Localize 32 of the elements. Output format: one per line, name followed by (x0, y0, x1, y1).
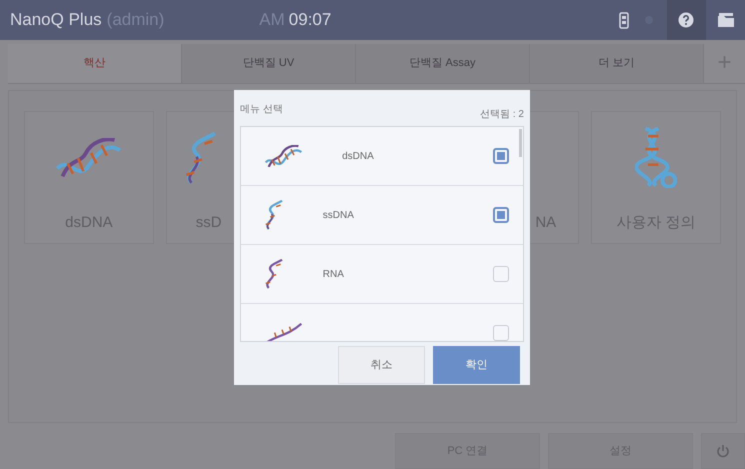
list-row[interactable]: ssDNA (241, 186, 523, 245)
checkbox[interactable] (493, 207, 509, 223)
tab[interactable]: 단백질 Assay (356, 44, 530, 83)
tab[interactable]: 핵산 (8, 44, 182, 83)
power-button[interactable] (701, 433, 745, 469)
checkbox[interactable] (493, 148, 509, 164)
item-label: RNA (322, 268, 344, 282)
item-label: ssDNA (322, 208, 354, 222)
helix-icon (265, 259, 283, 289)
app-title: NanoQ Plus (10, 9, 102, 32)
folder-icon (716, 12, 734, 28)
tab[interactable]: 단백질 UV (182, 44, 356, 83)
selected-count: 선택됨 : 2 (480, 108, 524, 122)
power-icon (716, 444, 730, 458)
helix-icon (635, 127, 677, 188)
helix-icon (184, 132, 216, 184)
helix-icon (265, 200, 283, 230)
checkbox[interactable] (493, 266, 509, 282)
helix-icon (265, 322, 302, 341)
cancel-button[interactable]: 취소 (338, 346, 425, 384)
tab[interactable]: 더 보기 (530, 44, 704, 83)
list-row[interactable]: RNA (241, 245, 523, 304)
checkbox[interactable] (493, 325, 509, 341)
confirm-button[interactable]: 확인 (433, 346, 520, 384)
help-icon (678, 12, 694, 28)
helix-icon (56, 138, 122, 178)
help-button[interactable] (667, 0, 705, 40)
item-label: dsDNA (342, 150, 374, 164)
helix-icon (265, 144, 302, 168)
clock-time: 09:07 (288, 9, 332, 32)
add-tab-button[interactable]: + (704, 44, 745, 83)
battery-icon (619, 10, 629, 29)
